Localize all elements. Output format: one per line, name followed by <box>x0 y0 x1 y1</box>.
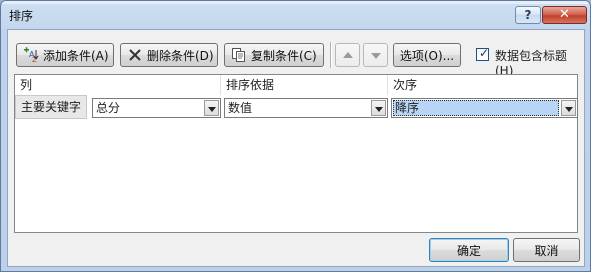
close-icon: ✕ <box>559 7 570 22</box>
copy-icon <box>231 47 247 63</box>
order-value: 降序 <box>395 101 420 115</box>
order-header: 次序 <box>388 75 577 95</box>
delete-level-button[interactable]: 删除条件(D) <box>120 43 218 67</box>
chevron-down-icon[interactable] <box>561 100 576 116</box>
ok-label: 确定 <box>456 243 481 258</box>
arrow-down-icon <box>371 53 381 59</box>
cancel-label: 取消 <box>534 243 559 258</box>
delete-level-label: 删除条件(D) <box>147 48 214 63</box>
options-button[interactable]: 选项(O)... <box>393 43 461 67</box>
sort-on-select[interactable]: 数值 <box>224 98 388 118</box>
add-level-icon: A Z <box>23 47 39 64</box>
help-button[interactable]: ? <box>515 6 541 24</box>
move-up-button[interactable] <box>335 43 360 67</box>
add-level-button[interactable]: A Z 添加条件(A) <box>16 43 114 67</box>
sort-levels-grid: 列 排序依据 次序 主要关键字 总分 数值 降序 <box>14 74 578 233</box>
checkmark-icon: ✓ <box>479 46 490 60</box>
sort-column-value: 总分 <box>96 101 121 115</box>
sort-dialog: 排序 ? ✕ A Z 添加条件(A) 删除条件(D) 复制条件(C) 选项(O)… <box>0 0 591 272</box>
toolbar-separator <box>330 42 332 68</box>
title-bar[interactable]: 排序 ? ✕ <box>1 1 590 29</box>
sort-on-header: 排序依据 <box>221 75 388 95</box>
dialog-title: 排序 <box>9 9 34 23</box>
order-select[interactable]: 降序 <box>391 98 578 118</box>
ok-button[interactable]: 确定 <box>429 238 509 262</box>
cancel-button[interactable]: 取消 <box>513 238 580 262</box>
header-row-checkbox[interactable]: ✓ <box>476 46 490 61</box>
move-down-button[interactable] <box>363 43 388 67</box>
help-icon: ? <box>524 8 532 22</box>
primary-key-label[interactable]: 主要关键字 <box>15 95 87 119</box>
sort-on-value: 数值 <box>228 101 253 115</box>
add-level-label: 添加条件(A) <box>43 48 109 63</box>
dialog-body: A Z 添加条件(A) 删除条件(D) 复制条件(C) 选项(O)... ✓ 数… <box>7 29 585 267</box>
options-label: 选项(O)... <box>399 48 455 63</box>
delete-icon <box>127 47 143 63</box>
chevron-down-icon[interactable] <box>204 100 219 116</box>
column-header: 列 <box>15 75 221 95</box>
sort-column-select[interactable]: 总分 <box>92 98 221 118</box>
chevron-down-icon[interactable] <box>371 100 386 116</box>
copy-level-button[interactable]: 复制条件(C) <box>224 43 324 67</box>
arrow-up-icon <box>343 52 353 58</box>
close-button[interactable]: ✕ <box>542 6 587 24</box>
copy-level-label: 复制条件(C) <box>251 48 317 63</box>
